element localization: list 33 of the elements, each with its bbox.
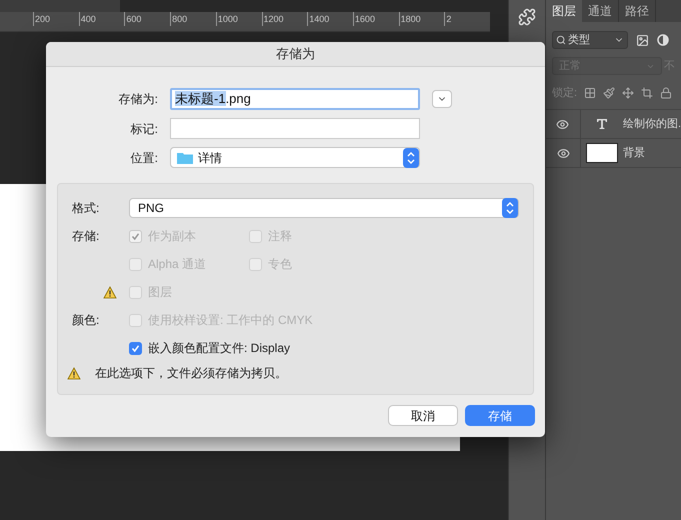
file-name-field[interactable]: 未标题-1.png (170, 88, 420, 110)
layer-row[interactable]: 背景 (546, 139, 681, 168)
layer-row[interactable]: 绘制你的图. (546, 110, 681, 139)
field-label: 颜色: (72, 312, 100, 329)
field-label: 标记: (130, 120, 158, 138)
field-label: 位置: (130, 150, 158, 166)
ruler-label: 2 (444, 12, 490, 26)
ruler-label: 1200 (262, 12, 308, 26)
panel-tab[interactable]: 通道 (582, 0, 619, 22)
location-select[interactable]: 详情 (170, 147, 420, 168)
ruler-label: 1000 (216, 12, 262, 26)
note-text: 在此选项下，文件必须存储为拷贝。 (95, 365, 287, 382)
layer-name: 背景 (623, 146, 645, 161)
ruler-label: 600 (124, 12, 170, 26)
dialog-title: 存储为 (276, 45, 315, 64)
ruler-label: 1800 (398, 12, 444, 26)
save-button[interactable]: 存储 (465, 405, 535, 426)
field-label: 存储为: (118, 91, 158, 108)
ruler-label: 1400 (307, 12, 353, 26)
file-name-text: 未标题-1.png (175, 90, 251, 108)
filter-dropdown[interactable]: 类型 (552, 31, 628, 49)
layer-name: 绘制你的图. (622, 116, 681, 132)
cancel-button[interactable]: 取消 (388, 405, 458, 426)
format-select[interactable]: PNG (129, 198, 519, 218)
panel-tab[interactable]: 图层 (546, 0, 582, 22)
field-label: 格式: (72, 200, 100, 217)
ruler-label: 1600 (352, 12, 399, 26)
field-label: 存储: (72, 228, 100, 245)
ruler-label: 800 (170, 12, 216, 26)
ruler-label: 400 (78, 12, 124, 26)
ruler-label: 200 (33, 12, 79, 26)
panel-tab[interactable]: 路径 (619, 0, 656, 22)
checkbox-label: 嵌入颜色配置文件: Display (148, 340, 290, 357)
